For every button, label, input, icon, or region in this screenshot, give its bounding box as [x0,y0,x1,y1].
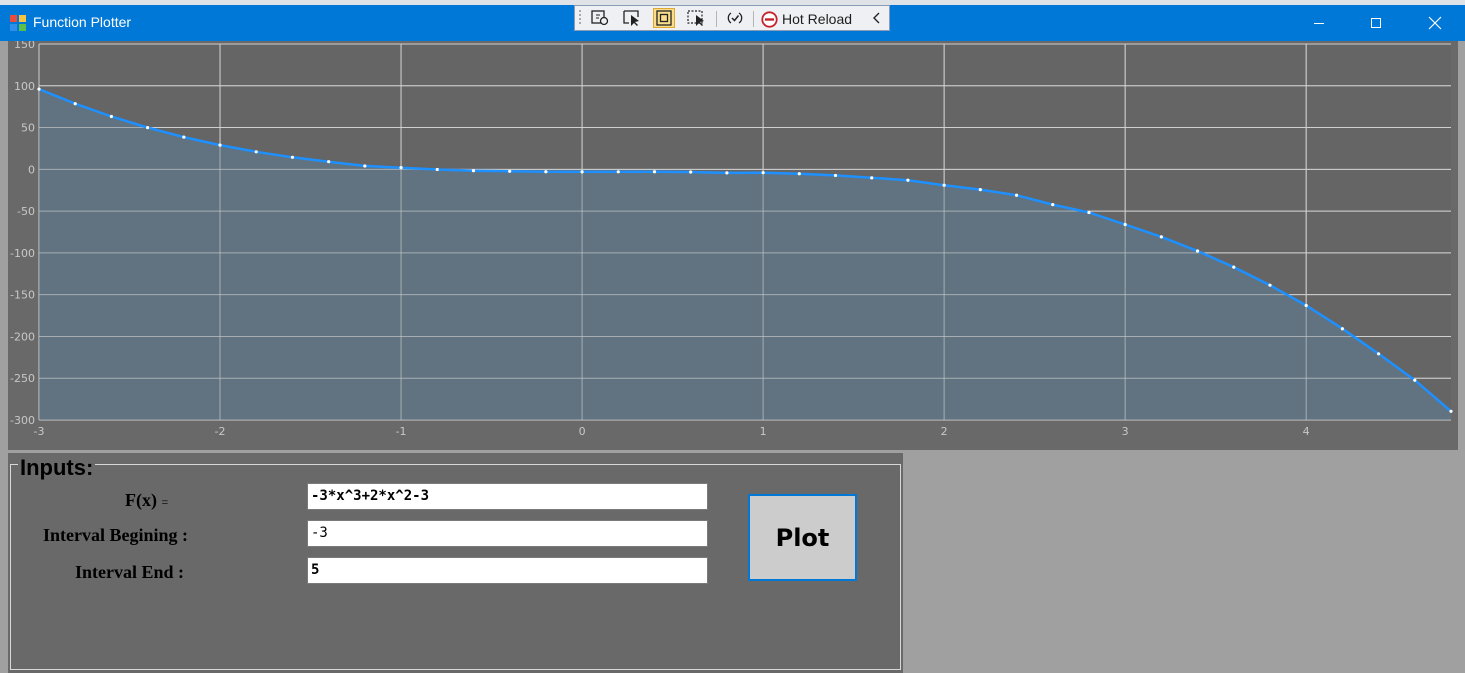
data-point [1232,265,1236,269]
function-chart: 150 100 50 0 -50 -100 -150 -200 -250 -300 -3 -2 -1 0 1… [8,41,1458,450]
data-point [1449,409,1453,413]
y-tick-label: -200 [10,330,35,343]
inputs-group-title: Inputs: [18,455,96,481]
hot-reload-button[interactable]: Hot Reload [761,8,852,30]
y-tick-label: -150 [10,289,35,302]
data-point [761,171,765,175]
toolbar-separator [753,11,754,27]
y-tick-label: 0 [28,163,35,176]
hot-reload-refresh-icon [727,12,743,24]
x-tick-label: -3 [34,425,45,438]
track-focus-button[interactable] [653,8,675,28]
minimize-button[interactable] [1296,5,1342,41]
stop-icon [761,10,778,28]
interval-begin-input[interactable]: -3 [307,520,708,547]
x-tick-label: 4 [1303,425,1310,438]
data-point [1159,235,1163,239]
data-point [942,183,946,187]
display-layout-button[interactable] [686,8,708,28]
collapse-chevron-icon [873,12,880,24]
x-tick-label: 0 [579,425,586,438]
app-icon [10,15,26,31]
data-point [652,170,657,174]
data-point [399,166,403,170]
chart-canvas: 150 100 50 0 -50 -100 -150 -200 -250 -300-3 -2 -1 0 1… [10,41,1453,438]
x-tick-label: 2 [941,425,948,438]
data-point [327,160,331,164]
display-layout-icon [687,10,704,26]
maximize-button[interactable] [1353,5,1399,41]
data-point [1087,210,1091,215]
minimize-icon [1314,23,1324,24]
y-tick-label: 50 [21,122,35,135]
data-point [1413,378,1417,382]
data-point [870,176,874,180]
data-point [37,87,41,91]
data-point [146,125,150,130]
maximize-icon [1371,18,1381,28]
close-icon [1428,16,1442,30]
data-point [906,178,910,182]
data-point [833,173,838,178]
data-point [73,102,77,106]
data-point [1340,327,1344,331]
hot-reload-label: Hot Reload [782,11,853,27]
data-point [1051,202,1055,207]
y-tick-label: 150 [14,41,35,51]
interval-end-input[interactable]: 5 [307,557,708,584]
data-point [1123,222,1127,227]
data-point [1268,283,1272,287]
data-point [1376,352,1381,356]
data-point [978,188,982,192]
xaml-debug-toolbar: Hot Reload [574,5,890,31]
data-point [290,155,295,159]
inputs-groupbox: Inputs: F(x) = -3*x^3+2*x^2-3 Interval B… [8,453,903,673]
select-element-button[interactable] [589,8,611,28]
data-point [797,172,801,176]
data-point [1014,193,1019,197]
window-title: Function Plotter [33,14,132,30]
data-point [435,167,439,172]
x-tick-label: 1 [760,425,767,438]
select-pointer-icon [623,10,639,26]
y-tick-label: -50 [17,205,35,218]
data-point [109,114,114,119]
hot-reload-refresh-button[interactable] [724,8,746,28]
data-point [1304,303,1308,308]
data-point [725,171,729,175]
x-tick-label: -1 [396,425,407,438]
data-point [218,143,222,147]
x-tick-label: -2 [215,425,226,438]
data-point [182,135,186,139]
interval-end-label: Interval End : [75,562,185,582]
grip-icon [579,10,581,24]
y-tick-label: -100 [10,247,35,260]
data-point [689,170,693,174]
main-form: 150 100 50 0 -50 -100 -150 -200 -250 -300 -3 -2 -1 0 1… [0,41,1465,673]
plot-button[interactable]: Plot [748,494,857,581]
x-tick-label: 3 [1122,425,1129,438]
data-point [580,170,584,174]
track-focus-icon [656,10,672,26]
function-input[interactable]: -3*x^3+2*x^2-3 [307,483,708,510]
fx-label: F(x) = [125,490,168,511]
select-pointer-button[interactable] [621,8,643,28]
data-point [544,170,548,174]
fx-equals: = [161,495,169,509]
data-point [254,150,258,154]
select-element-icon [591,10,609,26]
y-tick-label: -250 [10,372,35,385]
y-tick-label: 100 [14,80,35,93]
close-button[interactable] [1412,5,1458,41]
collapse-toolbar-button[interactable] [869,8,885,28]
toolbar-separator [716,11,717,27]
data-point [363,164,367,168]
data-point [471,169,476,173]
fx-label-text: F(x) [125,490,157,510]
data-point [616,170,620,174]
data-point [508,169,512,173]
y-tick-label: -300 [10,414,35,427]
data-point [1195,249,1200,253]
interval-begin-label: Interval Begining : [43,525,189,545]
